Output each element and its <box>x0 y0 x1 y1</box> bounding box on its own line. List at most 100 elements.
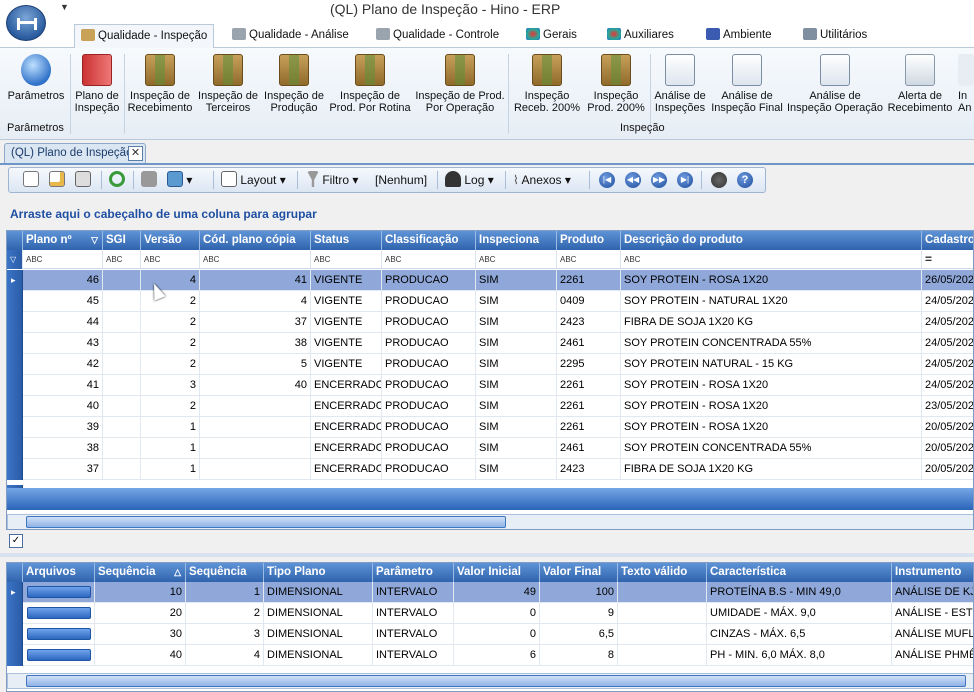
file-button[interactable] <box>27 649 91 661</box>
table-cell[interactable] <box>618 603 707 624</box>
table-row[interactable]: 30 3 DIMENSIONAL INTERVALO 0 6,5 CINZAS - MÁX.… <box>7 624 973 645</box>
table-cell[interactable]: ANÁLISE MUFLA <box>892 624 973 645</box>
col-valor-inicial[interactable]: Valor Inicial <box>454 563 540 582</box>
analise-inspecao-final-button[interactable]: Análise de Inspeção Final <box>710 54 784 114</box>
filter-cell[interactable]: ABC <box>103 250 141 269</box>
table-cell[interactable]: PRODUCAO <box>382 312 476 333</box>
table-cell[interactable]: 23/05/2021 <box>922 396 973 417</box>
table-cell[interactable]: 20/05/2021 <box>922 459 973 480</box>
inspecao-prod-200-button[interactable]: Inspeção Prod. 200% <box>584 54 648 114</box>
table-cell[interactable]: DIMENSIONAL <box>264 603 373 624</box>
document-tab[interactable]: (QL) Plano de Inspeção ✕ <box>4 143 146 163</box>
log-button[interactable]: Log ▾ <box>445 171 494 189</box>
close-icon[interactable]: ✕ <box>128 146 143 161</box>
table-row[interactable]: 37 1 ENCERRADO PRODUCAO SIM 2423 FIBRA DE SOJA… <box>7 459 973 480</box>
table-cell[interactable] <box>103 459 141 480</box>
table-cell[interactable]: 2 <box>141 291 200 312</box>
table-cell[interactable]: 26/05/2021 <box>922 270 973 291</box>
tab-ambiente[interactable]: Ambiente <box>700 24 778 48</box>
table-cell[interactable]: SOY PROTEIN - ROSA 1X20 <box>621 417 922 438</box>
row-indicator[interactable] <box>7 312 23 333</box>
row-indicator[interactable]: ▸ <box>7 270 23 291</box>
table-cell[interactable] <box>200 438 311 459</box>
last-record-icon[interactable]: ▶| <box>677 172 693 188</box>
table-cell[interactable] <box>103 396 141 417</box>
table-cell[interactable]: PROTEÍNA B.S - MIN 49,0 <box>707 582 892 603</box>
col-caracteristica[interactable]: Característica <box>707 563 892 582</box>
table-cell[interactable]: 1 <box>141 438 200 459</box>
attachment-cell[interactable] <box>23 603 95 624</box>
table-cell[interactable]: PH - MIN. 6,0 MÁX. 8,0 <box>707 645 892 666</box>
table-cell[interactable] <box>618 582 707 603</box>
table-cell[interactable]: INTERVALO <box>373 582 454 603</box>
table-cell[interactable]: 2261 <box>557 375 621 396</box>
table-row[interactable]: 44 2 37 VIGENTE PRODUCAO SIM 2423 FIBRA DE SOJA… <box>7 312 973 333</box>
table-cell[interactable]: 1 <box>141 417 200 438</box>
row-indicator[interactable] <box>7 624 23 645</box>
table-row[interactable]: 40 2 ENCERRADO PRODUCAO SIM 2261 SOY PROTEIN -… <box>7 396 973 417</box>
table-cell[interactable]: FIBRA DE SOJA 1X20 KG <box>621 459 922 480</box>
table-cell[interactable]: 24/05/2021 <box>922 291 973 312</box>
table-cell[interactable]: 1 <box>141 459 200 480</box>
table-cell[interactable] <box>103 312 141 333</box>
col-produto[interactable]: Produto <box>557 231 621 250</box>
table-cell[interactable]: FIBRA DE SOJA 1X20 KG <box>621 312 922 333</box>
first-record-icon[interactable]: |◀ <box>599 172 615 188</box>
table-cell[interactable]: 40 <box>23 396 103 417</box>
col-texto-valido[interactable]: Texto válido <box>618 563 707 582</box>
table-cell[interactable]: DIMENSIONAL <box>264 645 373 666</box>
inspecao-producao-button[interactable]: Inspeção de Produção <box>262 54 326 114</box>
table-cell[interactable]: ENCERRADO <box>311 459 382 480</box>
table-cell[interactable]: SIM <box>476 291 557 312</box>
table-cell[interactable] <box>200 459 311 480</box>
table-cell[interactable]: 4 <box>200 291 311 312</box>
col-arquivos[interactable]: Arquivos <box>23 563 95 582</box>
col-cadastro[interactable]: Cadastro <box>922 231 973 250</box>
table-cell[interactable]: SIM <box>476 333 557 354</box>
table-cell[interactable]: 0 <box>454 603 540 624</box>
row-indicator[interactable] <box>7 354 23 375</box>
table-cell[interactable]: 10 <box>95 582 186 603</box>
table-cell[interactable]: 38 <box>200 333 311 354</box>
table-cell[interactable]: 2461 <box>557 333 621 354</box>
edit-icon[interactable] <box>49 171 65 189</box>
table-cell[interactable]: 45 <box>23 291 103 312</box>
quick-access-dropdown-icon[interactable]: ▼ <box>60 2 69 12</box>
table-cell[interactable]: 40 <box>200 375 311 396</box>
inspecao-receb-200-button[interactable]: Inspeção Receb. 200% <box>510 54 584 114</box>
table-cell[interactable]: 2 <box>141 312 200 333</box>
col-plano-no[interactable]: Plano nº ▽ <box>23 231 103 250</box>
table-cell[interactable]: 1 <box>186 582 264 603</box>
table-cell[interactable]: VIGENTE <box>311 291 382 312</box>
table-cell[interactable]: 2 <box>141 354 200 375</box>
table-cell[interactable]: PRODUCAO <box>382 354 476 375</box>
anexos-button[interactable]: ⌇ Anexos ▾ <box>513 171 571 189</box>
table-cell[interactable]: 42 <box>23 354 103 375</box>
col-sequencia-2[interactable]: Sequência <box>186 563 264 582</box>
table-cell[interactable]: SOY PROTEIN - ROSA 1X20 <box>621 375 922 396</box>
file-button[interactable] <box>27 628 91 640</box>
row-indicator[interactable] <box>7 333 23 354</box>
table-cell[interactable]: 2423 <box>557 459 621 480</box>
table-cell[interactable] <box>200 417 311 438</box>
filter-cell[interactable]: ABC <box>476 250 557 269</box>
table-cell[interactable] <box>103 438 141 459</box>
filter-cell[interactable]: ABC <box>382 250 476 269</box>
table-cell[interactable]: PRODUCAO <box>382 270 476 291</box>
table-cell[interactable]: ANÁLISE DE KJEL <box>892 582 973 603</box>
plano-de-inspecao-button[interactable]: Plano de Inspeção <box>72 54 122 114</box>
table-cell[interactable]: 3 <box>141 375 200 396</box>
table-cell[interactable]: 0409 <box>557 291 621 312</box>
inspecao-recebimento-button[interactable]: Inspeção de Recebimento <box>126 54 194 114</box>
row-indicator[interactable] <box>7 375 23 396</box>
table-row[interactable]: 40 4 DIMENSIONAL INTERVALO 6 8 PH - MIN. 6,0 M… <box>7 645 973 666</box>
new-document-icon[interactable] <box>23 171 39 189</box>
table-cell[interactable]: CINZAS - MÁX. 6,5 <box>707 624 892 645</box>
file-button[interactable] <box>27 607 91 619</box>
table-cell[interactable]: ENCERRADO <box>311 438 382 459</box>
table-cell[interactable]: SOY PROTEIN CONCENTRADA 55% <box>621 333 922 354</box>
filter-cell[interactable]: ABC <box>23 250 103 269</box>
table-cell[interactable]: 24/05/2021 <box>922 333 973 354</box>
splitter[interactable] <box>0 553 974 557</box>
table-cell[interactable]: ENCERRADO <box>311 396 382 417</box>
